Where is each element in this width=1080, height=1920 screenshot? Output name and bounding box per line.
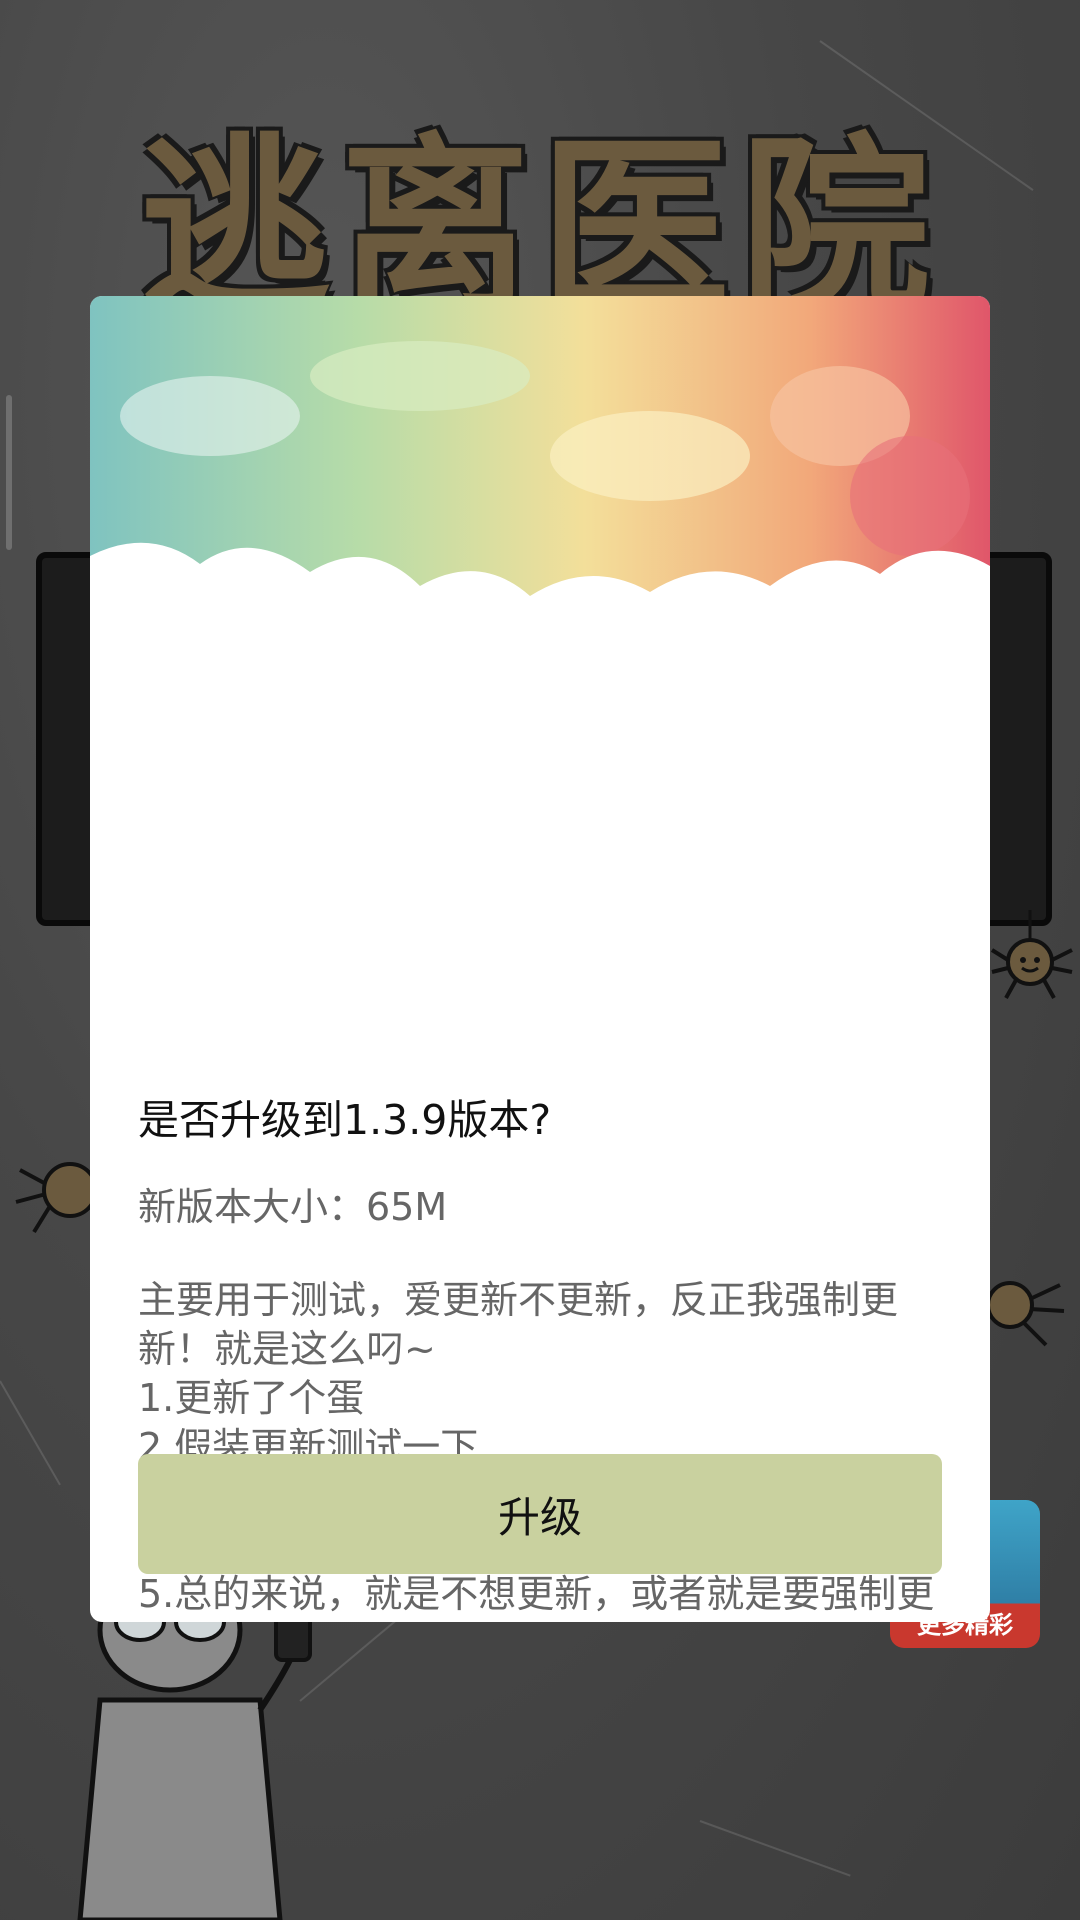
upgrade-button[interactable]: 升级 xyxy=(138,1454,942,1574)
dialog-banner-image xyxy=(90,296,990,676)
game-title-logo: 逃离医院 xyxy=(139,114,940,311)
update-size-text: 新版本大小：65M xyxy=(138,1185,448,1229)
scroll-indicator xyxy=(6,395,12,550)
update-dialog: 是否升级到1.3.9版本? 新版本大小：65M 主要用于测试，爱更新不更新，反正… xyxy=(90,296,990,1622)
dialog-title: 是否升级到1.3.9版本? xyxy=(138,1096,552,1144)
spider-icon xyxy=(15,1162,98,1234)
spider-icon xyxy=(990,910,1073,999)
spider-icon xyxy=(986,1281,1065,1347)
